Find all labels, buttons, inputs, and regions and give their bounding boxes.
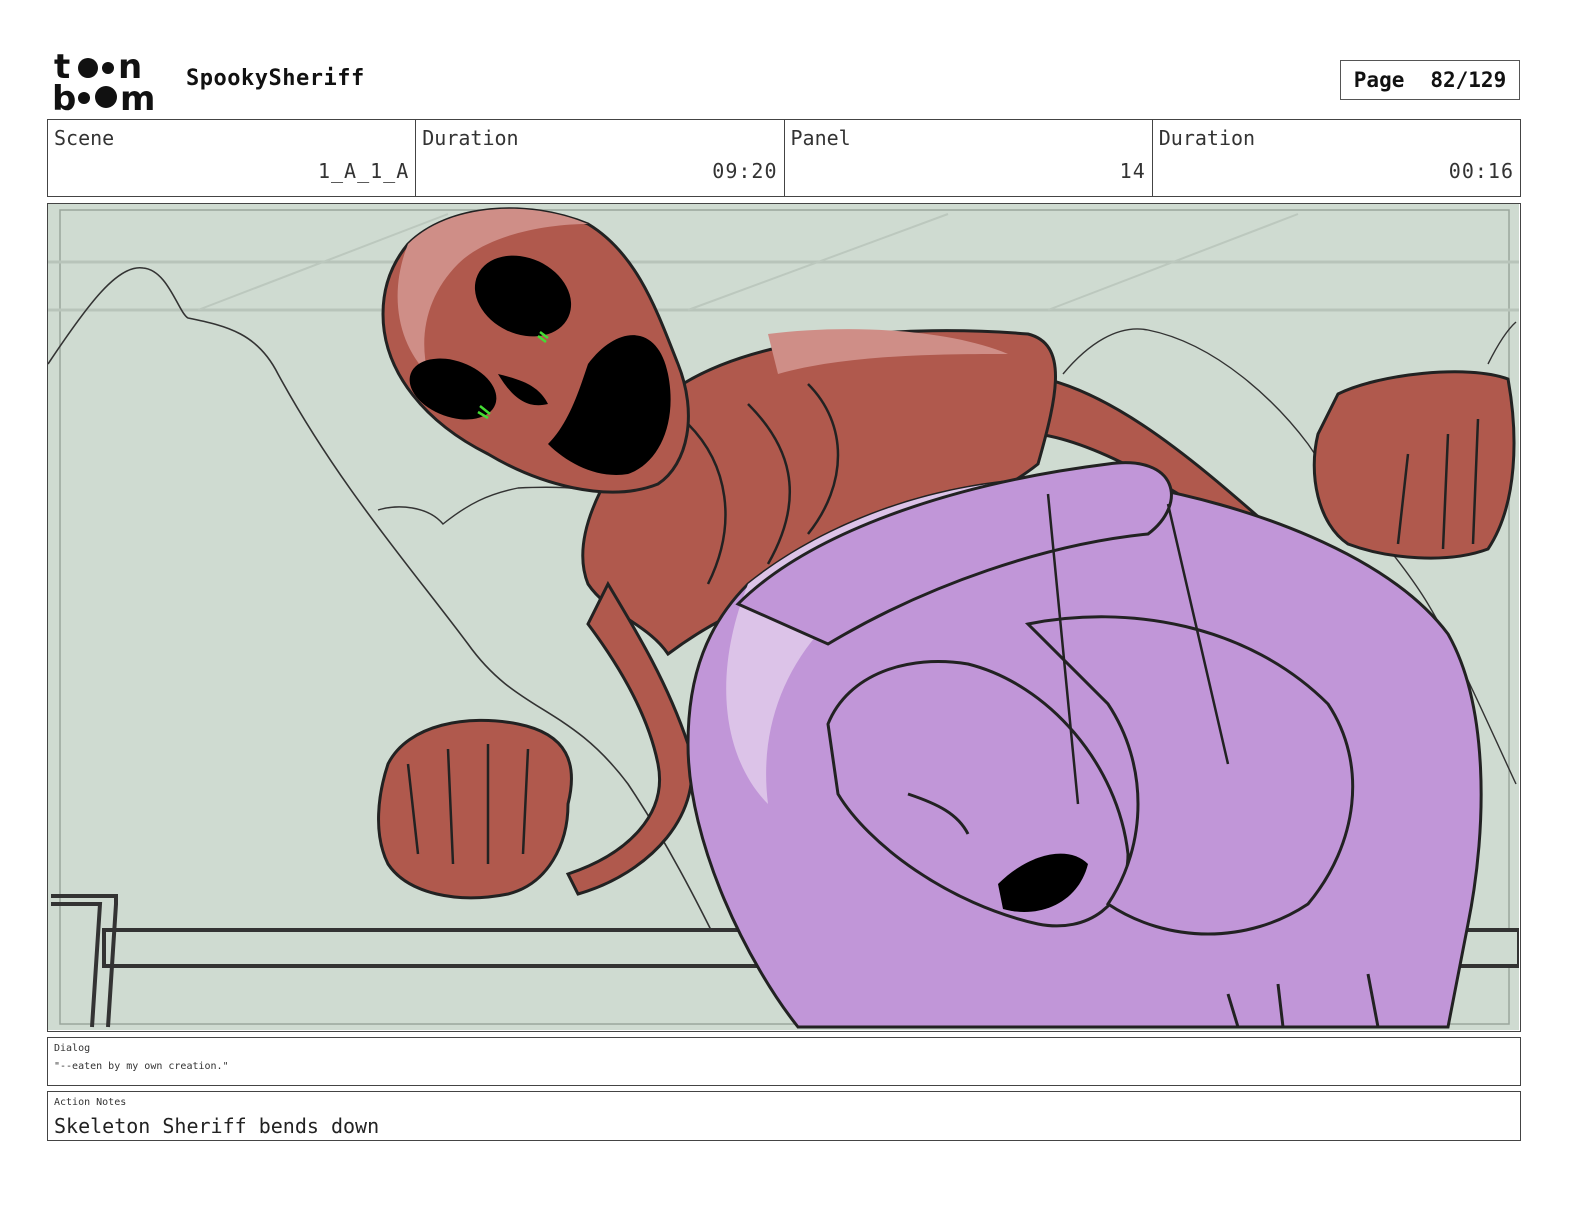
action-notes-label: Action Notes [54,1097,127,1108]
scene-info-row: Scene 1_A_1_A Duration 09:20 Panel 14 Du… [47,119,1521,197]
scene-value: 1_A_1_A [317,159,410,183]
panel-artwork [48,204,1519,1030]
project-title: SpookySheriff [186,66,365,91]
panel-cell: Panel 14 [785,120,1153,196]
scene-duration-label: Duration [422,126,519,150]
scene-label: Scene [54,126,115,150]
panel-duration-cell: Duration 00:16 [1153,120,1520,196]
svg-text:m: m [120,79,155,114]
scene-cell: Scene 1_A_1_A [48,120,417,196]
page-number: 82/129 [1430,68,1507,92]
panel-label: Panel [790,126,851,150]
page-indicator: Page 82/129 [1340,60,1520,100]
scene-duration-value: 09:20 [712,159,778,183]
action-notes-box: Action Notes Skeleton Sheriff bends down [47,1091,1521,1141]
panel-duration-label: Duration [1158,126,1256,150]
skeleton-right-fist [1312,370,1516,560]
page-label: Page [1353,68,1405,92]
storyboard-panel [47,203,1521,1032]
dialog-box: Dialog "--eaten by my own creation." [47,1037,1521,1086]
svg-text:b: b [52,79,76,114]
dialog-label: Dialog [54,1043,91,1054]
skeleton-left-fist [377,718,573,900]
scene-duration-cell: Duration 09:20 [416,120,785,196]
toon-boom-logo: t n b m [52,50,155,114]
dialog-text: "--eaten by my own creation." [54,1061,229,1072]
panel-duration-value: 00:16 [1448,159,1514,183]
panel-value: 14 [1119,159,1146,183]
action-notes-text: Skeleton Sheriff bends down [54,1114,380,1138]
